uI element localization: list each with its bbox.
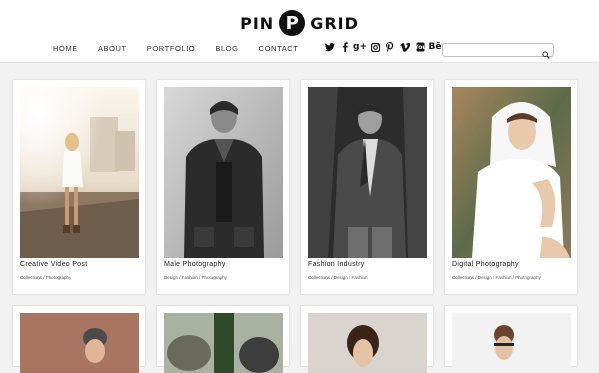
post-image[interactable] [20,87,139,258]
post-tags[interactable]: Collections / Design / Fashion / Photogr… [452,275,541,280]
youtube-icon[interactable]: You [415,42,425,52]
nav-item-blog[interactable]: BLOG [215,44,238,53]
post-image[interactable] [164,313,283,373]
twitter-icon[interactable] [325,42,335,52]
post-card[interactable] [301,306,433,373]
site-header: PIN P GRID HOME ABOUT PORTFOLIO BLOG CON… [0,0,599,63]
post-image[interactable] [20,313,139,373]
nav-item-about[interactable]: ABOUT [98,44,127,53]
vimeo-icon[interactable] [400,42,410,52]
post-image[interactable] [308,313,427,373]
search-input[interactable] [446,50,538,61]
search-icon[interactable] [542,46,550,59]
post-card[interactable]: Digital Photography Collections / Design… [445,80,577,294]
post-card[interactable]: Male Photography Design / Fashion / Phot… [157,80,289,294]
post-image[interactable] [308,87,427,258]
post-title[interactable]: Digital Photography [452,261,519,268]
nav-item-contact[interactable]: CONTACT [259,44,299,53]
post-tags[interactable]: Design / Fashion / Photography [164,275,227,280]
main-nav: HOME ABOUT PORTFOLIO BLOG CONTACT [53,44,319,53]
google-plus-icon[interactable]: g+ [353,42,367,52]
nav-item-home[interactable]: HOME [53,44,78,53]
site-logo[interactable]: PIN P GRID [0,8,599,38]
logo-mark: P [279,10,306,36]
nav-item-portfolio[interactable]: PORTFOLIO [147,44,196,53]
post-image[interactable] [452,313,571,373]
post-title[interactable]: Male Photography [164,261,226,268]
post-card[interactable]: Creative Video Post Collections / Photog… [13,80,145,294]
logo-text-left: PIN [240,13,275,33]
post-image[interactable] [452,87,571,258]
pinterest-icon[interactable] [385,42,395,52]
svg-text:You: You [416,44,425,51]
social-icons: g+ You Bē [325,42,445,52]
behance-icon[interactable]: Bē [429,42,442,52]
post-title[interactable]: Creative Video Post [20,261,87,268]
post-card[interactable]: Fashion Industry Collections / Design / … [301,80,433,294]
post-card[interactable] [157,306,289,373]
post-title[interactable]: Fashion Industry [308,261,365,268]
post-image[interactable] [164,87,283,258]
search-box[interactable] [442,43,554,61]
facebook-icon[interactable] [340,42,350,52]
logo-text-right: GRID [310,13,359,33]
post-tags[interactable]: Collections / Photography [20,275,71,280]
post-tags[interactable]: Collections / Design / Fashion [308,275,368,280]
post-card[interactable] [445,306,577,373]
instagram-icon[interactable] [370,42,380,52]
post-card[interactable] [13,306,145,373]
